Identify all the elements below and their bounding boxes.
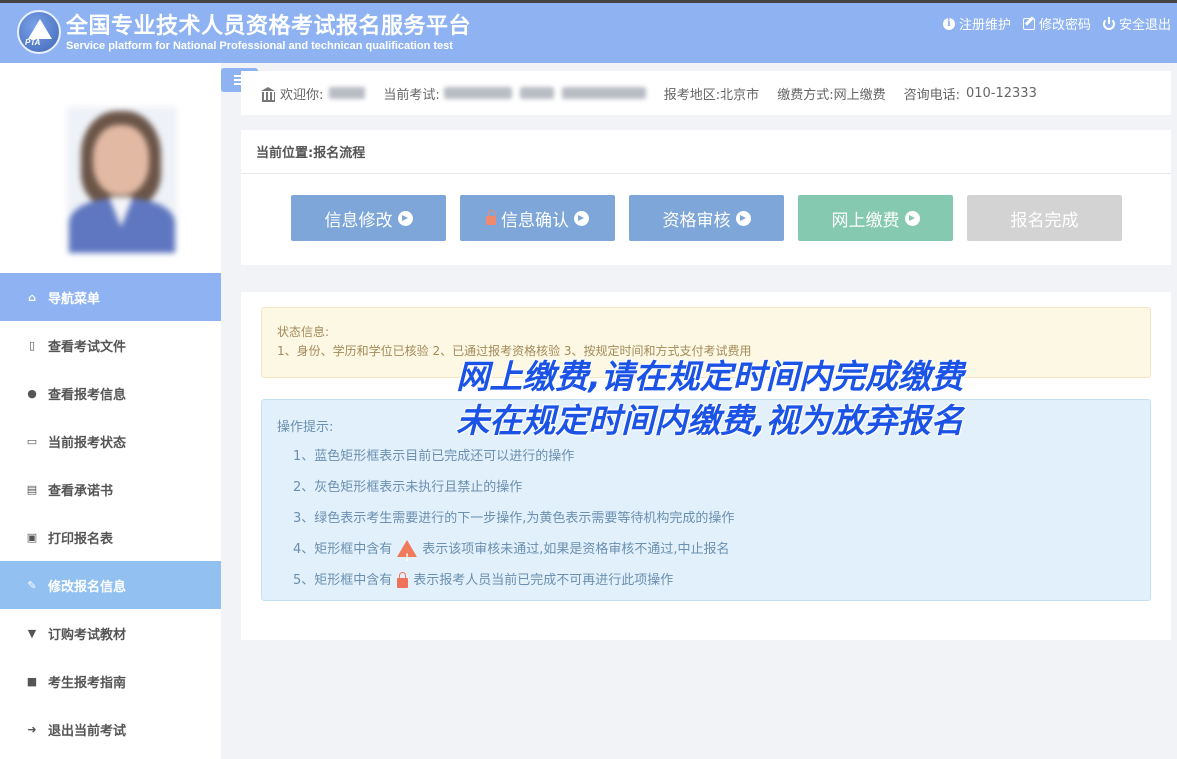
lock-icon (486, 209, 496, 225)
step-confirm-info-button[interactable]: 信息确认 (460, 195, 615, 241)
welcome-label: 欢迎你: (280, 87, 324, 103)
header-links: i 注册维护 修改密码 安全退出 (942, 14, 1171, 33)
breadcrumb: 当前位置:报名流程 (241, 130, 1171, 174)
file-icon: ▯ (28, 338, 36, 352)
step-qualification-review-button[interactable]: 资格审核 (629, 195, 784, 241)
ops-item: 3、绿色表示考生需要进行的下一步操作,为黄色表示需要等待机构完成的操作 (293, 511, 735, 526)
sidebar-item-order-books[interactable]: ▼ 订购考试教材 (0, 609, 221, 657)
chevron-right-icon (735, 210, 751, 226)
status-title: 状态信息: (277, 325, 330, 339)
pta-logo: PTA (17, 10, 61, 54)
step-edit-info-button[interactable]: 信息修改 (291, 195, 446, 241)
sidebar-item-guide[interactable]: ■ 考生报考指南 (0, 657, 221, 705)
redacted-exam-name (561, 87, 646, 99)
sidebar-item-edit-info[interactable]: ✎ 修改报名信息 (0, 561, 221, 609)
phone-value: 010-12333 (965, 85, 1037, 101)
register-maintain-link[interactable]: i 注册维护 (942, 14, 1011, 33)
overlay-line-2: 未在规定时间内缴费,视为放弃报名 (456, 401, 964, 440)
sidebar-item-current-status[interactable]: ▭ 当前报考状态 (0, 417, 221, 465)
top-header: PTA 全国专业技术人员资格考试报名服务平台 Service platform … (0, 0, 1177, 63)
change-password-link[interactable]: 修改密码 (1022, 14, 1091, 33)
site-title: 全国专业技术人员资格考试报名服务平台 (66, 14, 472, 39)
edit-icon: ✎ (27, 578, 37, 592)
avatar (67, 107, 177, 253)
cart-icon: ▼ (27, 626, 37, 640)
payment-label: 缴费方式: (777, 87, 834, 103)
sidebar-item-application-info[interactable]: ● 查看报考信息 (0, 369, 221, 417)
sidebar-item-exit-exam[interactable]: ➜ 退出当前考试 (0, 705, 221, 753)
monitor-icon: ▭ (26, 434, 38, 448)
sidebar-item-commitment[interactable]: ▤ 查看承诺书 (0, 465, 221, 513)
payment-value: 网上缴费 (833, 87, 886, 103)
chevron-right-icon (574, 210, 589, 226)
home-icon: ⌂ (28, 290, 36, 304)
info-icon: i (942, 17, 955, 30)
redacted-username (329, 87, 366, 99)
payment-notice-overlay: 网上缴费,请在规定时间内完成缴费 未在规定时间内缴费,视为放弃报名 (405, 355, 1015, 443)
tips-panel: 状态信息: 1、身份、学历和学位已核验 2、已通过报考资格核验 3、按规定时间和… (241, 292, 1171, 640)
site-subtitle: Service platform for National Profession… (66, 40, 453, 52)
info-icon: ● (27, 386, 37, 400)
phone-label: 咨询电话: (903, 87, 960, 103)
logout-link[interactable]: 安全退出 (1102, 14, 1171, 33)
ops-item: 2、灰色矩形框表示未执行且禁止的操作 (293, 480, 523, 495)
sidebar-item-print-form[interactable]: ▣ 打印报名表 (0, 513, 221, 561)
institution-icon (261, 86, 276, 102)
power-icon (1102, 16, 1115, 30)
sidebar-item-exam-files[interactable]: ▯ 查看考试文件 (0, 321, 221, 369)
warning-icon (397, 540, 418, 574)
workflow-steps: 信息修改 信息确认 资格审核 网上缴费 报名完成 (291, 195, 1122, 241)
chevron-right-icon (904, 210, 920, 226)
workflow-panel: 当前位置:报名流程 信息修改 信息确认 资格审核 网上缴费 报名完成 (241, 130, 1171, 265)
current-exam-label: 当前考试: (383, 87, 440, 103)
newspaper-icon: ▤ (26, 482, 38, 496)
step-registration-complete-button: 报名完成 (967, 195, 1122, 241)
step-online-payment-button[interactable]: 网上缴费 (798, 195, 953, 241)
redacted-exam-name (519, 87, 554, 99)
redacted-exam-name (443, 87, 512, 99)
sidebar-item-nav-menu[interactable]: ⌂ 导航菜单 (0, 273, 221, 321)
edit-icon (1022, 17, 1035, 30)
book-icon: ■ (26, 674, 38, 688)
lock-icon (397, 571, 409, 588)
sidebar-menu: ⌂ 导航菜单 ▯ 查看考试文件 ● 查看报考信息 ▭ 当前报考状态 ▤ 查看承诺… (0, 273, 221, 753)
exit-icon: ➜ (27, 722, 37, 736)
region-value: 北京市 (720, 87, 760, 103)
ops-item: 1、蓝色矩形框表示目前已完成还可以进行的操作 (293, 449, 575, 464)
sidebar: ⌂ 导航菜单 ▯ 查看考试文件 ● 查看报考信息 ▭ 当前报考状态 ▤ 查看承诺… (0, 63, 221, 759)
region-label: 报考地区: (663, 87, 721, 103)
chevron-right-icon (397, 210, 413, 226)
user-info-bar: 欢迎你: 当前考试: 报考地区: 北京市 缴费方式: 网上缴费 咨询电话: 01… (241, 71, 1171, 115)
print-icon: ▣ (26, 530, 38, 544)
overlay-line-1: 网上缴费,请在规定时间内完成缴费 (456, 357, 964, 396)
ops-item: 4、矩形框中含有 表示该项审核未通过,如果是资格审核不通过,中止报名 (277, 534, 1135, 574)
